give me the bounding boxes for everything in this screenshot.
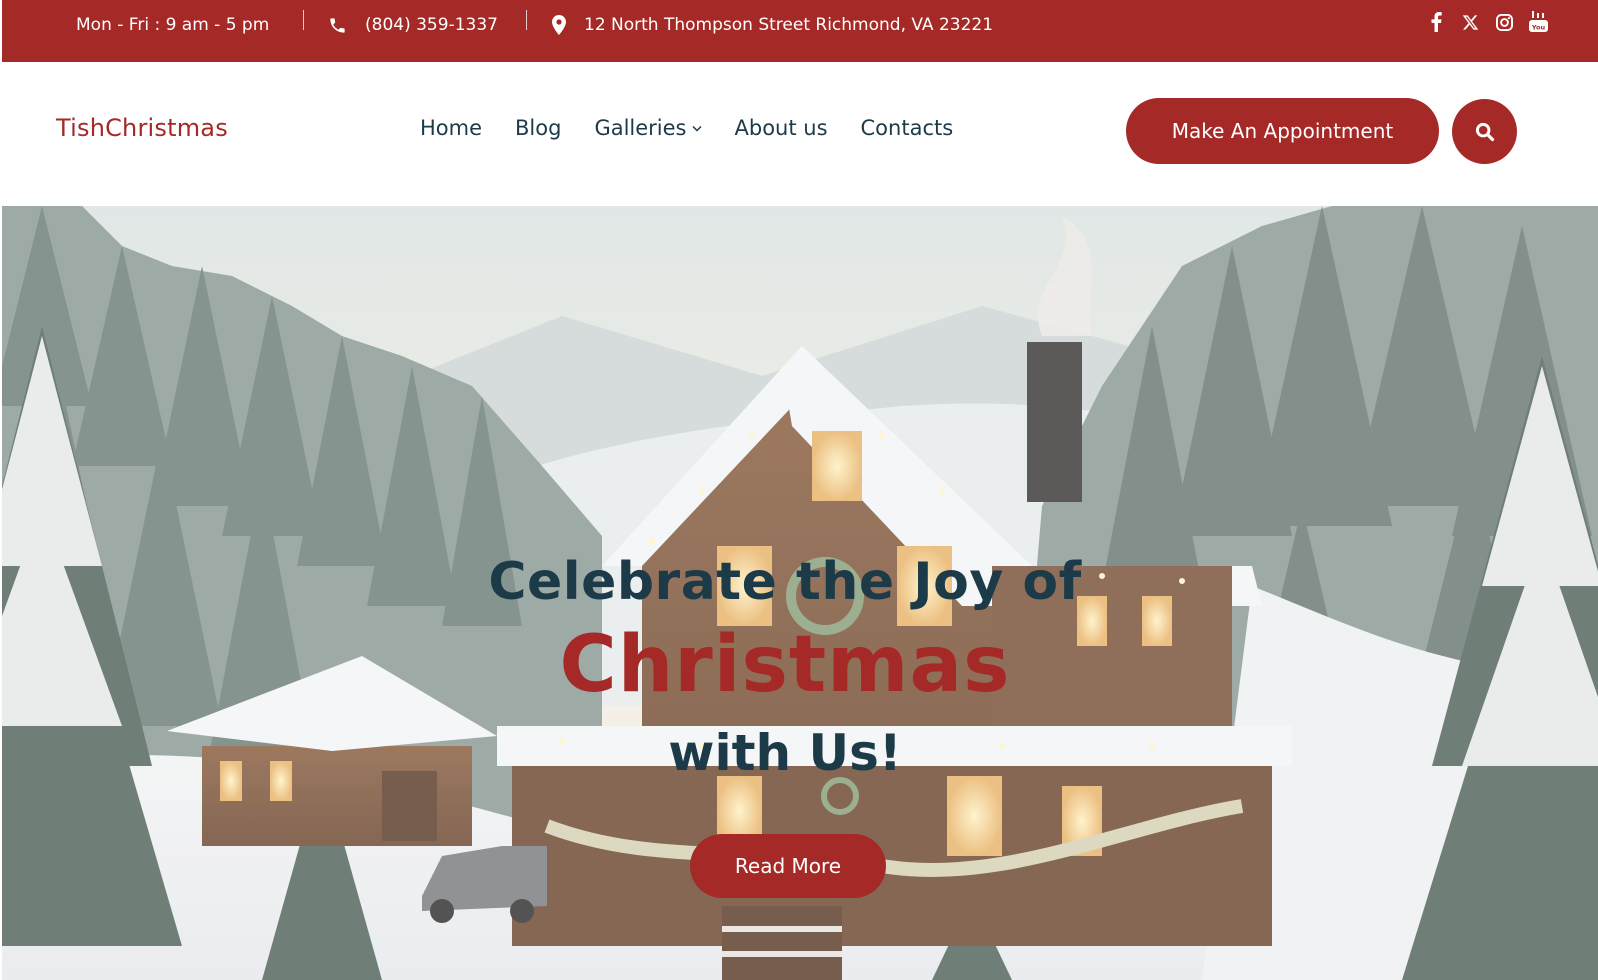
nav-contacts-label: Contacts <box>860 116 954 140</box>
instagram-icon[interactable] <box>1494 11 1514 33</box>
nav-contacts[interactable]: Contacts <box>861 116 954 140</box>
nav-home[interactable]: Home <box>420 116 482 140</box>
search-icon <box>1475 122 1494 141</box>
site-logo[interactable]: TishChristmas <box>56 114 228 142</box>
nav-galleries[interactable]: Galleries <box>594 116 702 140</box>
hero-heading-line-1: Celebrate the Joy of <box>488 552 1082 612</box>
chevron-down-icon <box>691 125 702 132</box>
hero-heading-highlight: Christmas <box>559 620 1011 710</box>
make-appointment-button[interactable]: Make An Appointment <box>1126 98 1439 164</box>
main-nav: Home Blog Galleries About us Contacts <box>420 116 953 140</box>
nav-home-label: Home <box>420 116 483 140</box>
nav-about[interactable]: About us <box>735 116 828 140</box>
site-header: TishChristmas Home Blog Galleries About … <box>2 62 1598 206</box>
business-hours: Mon - Fri : 9 am - 5 pm <box>76 0 269 50</box>
business-hours-text: Mon - Fri : 9 am - 5 pm <box>76 15 270 35</box>
hero-heading-line-3: with Us! <box>668 724 902 782</box>
read-more-button[interactable]: Read More <box>690 834 886 898</box>
map-pin-icon <box>552 15 566 35</box>
nav-blog-label: Blog <box>515 116 562 140</box>
read-more-label: Read More <box>734 854 842 878</box>
divider <box>303 10 304 30</box>
top-info-bar: Mon - Fri : 9 am - 5 pm (804) 359-1337 1… <box>2 0 1598 62</box>
phone-link[interactable]: (804) 359-1337 <box>328 0 498 50</box>
nav-blog[interactable]: Blog <box>515 116 561 140</box>
nav-galleries-label: Galleries <box>594 116 687 140</box>
youtube-icon[interactable]: You <box>1528 11 1548 33</box>
social-links: You <box>1426 11 1548 33</box>
x-twitter-icon[interactable] <box>1460 11 1480 33</box>
search-button[interactable] <box>1452 99 1517 164</box>
nav-about-label: About us <box>734 116 828 140</box>
svg-text:You: You <box>1530 24 1545 32</box>
phone-icon <box>330 17 345 33</box>
address: 12 North Thompson Street Richmond, VA 23… <box>552 0 993 50</box>
facebook-icon[interactable] <box>1426 11 1446 33</box>
phone-number: (804) 359-1337 <box>365 15 498 35</box>
address-text: 12 North Thompson Street Richmond, VA 23… <box>584 15 994 35</box>
hero-section: Celebrate the Joy of Christmas with Us! … <box>2 206 1598 980</box>
make-appointment-label: Make An Appointment <box>1171 119 1394 143</box>
divider <box>526 10 527 30</box>
